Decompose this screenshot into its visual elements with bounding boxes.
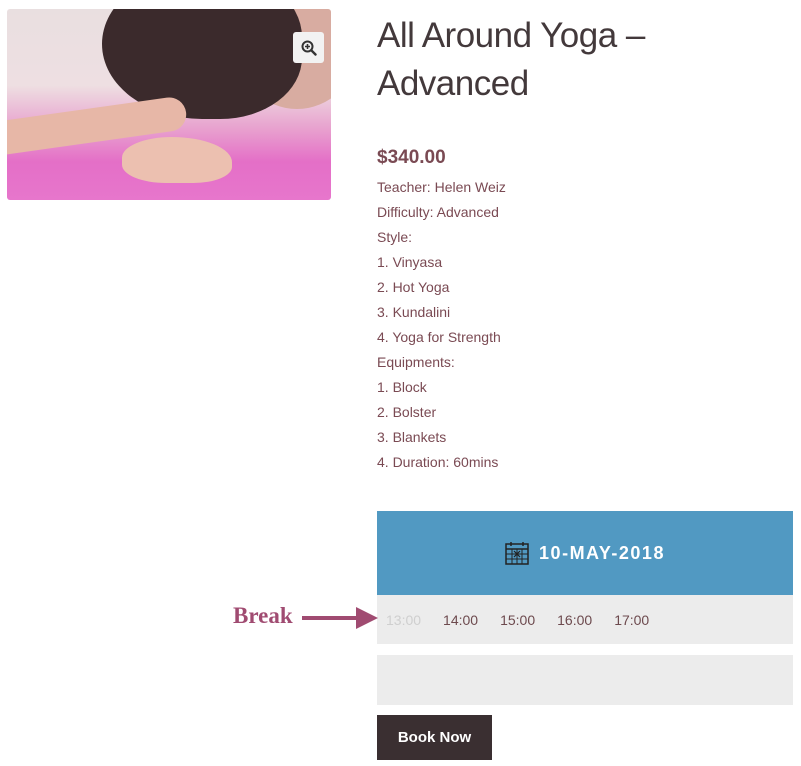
time-slot-list: 13:00 14:00 15:00 16:00 17:00 [377, 595, 793, 644]
product-description: Teacher: Helen Weiz Difficulty: Advanced… [377, 175, 793, 475]
time-slot-disabled: 13:00 [386, 611, 422, 628]
description-line: 4. Yoga for Strength [377, 329, 501, 345]
product-image[interactable] [7, 9, 331, 200]
description-line: 3. Blankets [377, 429, 447, 445]
book-now-button[interactable]: Book Now [377, 715, 492, 760]
annotation-break-label: Break [233, 603, 293, 628]
product-title-line1: All Around Yoga – [377, 16, 645, 55]
booking-date-header: 10-MAY-2018 [377, 511, 793, 595]
product-title-line2: Advanced [377, 64, 529, 103]
description-line: 1. Vinyasa [377, 254, 443, 270]
zoom-button[interactable] [293, 32, 324, 63]
product-price: $340.00 [377, 147, 446, 168]
image-hand-shape [122, 137, 232, 183]
description-line: Style: [377, 229, 413, 245]
description-line: 2. Bolster [377, 404, 437, 420]
description-line: 2. Hot Yoga [377, 279, 450, 295]
time-slot[interactable]: 17:00 [614, 612, 649, 628]
description-line: 3. Kundalini [377, 304, 451, 320]
time-slot[interactable]: 14:00 [443, 612, 478, 628]
zoom-in-icon [301, 40, 317, 56]
product-summary: All Around Yoga – Advanced $340.00 Teach… [377, 12, 793, 475]
time-slot[interactable]: 15:00 [500, 612, 535, 628]
description-line: Difficulty: Advanced [377, 204, 499, 220]
calendar-icon [505, 542, 529, 565]
description-line: 1. Block [377, 379, 427, 395]
time-slot[interactable]: 16:00 [557, 612, 592, 628]
description-line: Equipments: [377, 354, 455, 370]
description-line: 4. Duration: 60mins [377, 454, 499, 470]
booking-date: 10-MAY-2018 [539, 542, 665, 563]
product-title: All Around Yoga – Advanced [377, 12, 793, 108]
annotation-arrow-icon [302, 607, 378, 629]
description-line: Teacher: Helen Weiz [377, 179, 506, 195]
slot-details-panel [377, 655, 793, 705]
